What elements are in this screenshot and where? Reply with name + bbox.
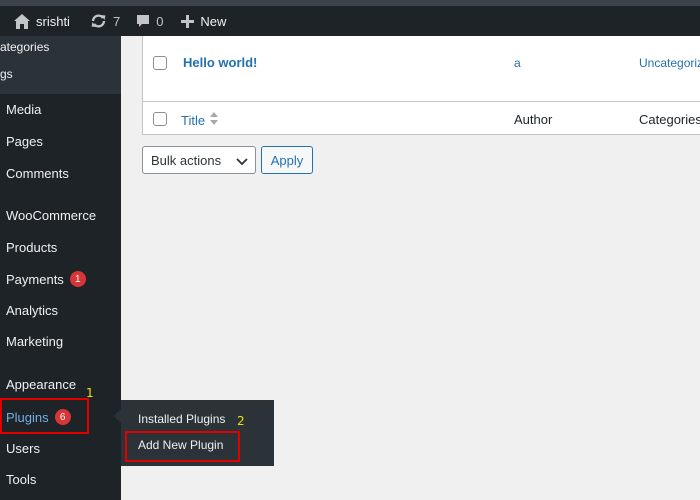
updates-link[interactable]: 7 <box>84 6 126 36</box>
sidebar-item-payments[interactable]: Payments 1 <box>6 271 86 287</box>
sidebar-item-analytics[interactable]: Analytics <box>6 303 58 318</box>
step-number-1: 1 <box>86 386 94 400</box>
sidebar-item-pages[interactable]: Pages <box>6 134 43 149</box>
sidebar-item-label: Comments <box>6 166 69 181</box>
sidebar-item-label: Payments <box>6 271 64 287</box>
step-number-2: 2 <box>237 414 245 428</box>
posts-submenu: ategories gs <box>0 36 121 94</box>
sort-icon <box>210 112 219 128</box>
sidebar-item-label: Products <box>6 240 58 255</box>
sidebar-item-label: Pages <box>6 134 43 149</box>
sidebar-item-label: WooCommerce <box>6 208 97 223</box>
home-icon <box>14 13 30 29</box>
updates-count: 7 <box>112 13 121 29</box>
site-name-link[interactable]: srishti <box>8 6 76 36</box>
sidebar-item-users[interactable]: Users <box>6 441 40 456</box>
new-content-link[interactable]: New <box>175 6 232 36</box>
post-title-link[interactable]: Hello world! <box>183 55 257 70</box>
admin-bar: srishti 7 0 New <box>0 0 700 36</box>
post-author-link[interactable]: a <box>514 56 521 70</box>
sidebar-item-appearance[interactable]: Appearance <box>6 377 76 392</box>
plugins-highlight-box <box>0 398 89 434</box>
sidebar-item-media[interactable]: Media <box>6 102 41 117</box>
flyout-item-installed-plugins[interactable]: Installed Plugins <box>138 412 225 426</box>
plus-icon <box>181 14 195 28</box>
add-new-plugin-highlight-box <box>125 431 240 462</box>
column-categories: Categories <box>639 112 700 127</box>
sidebar-item-products[interactable]: Products <box>6 240 57 255</box>
updates-icon <box>90 13 107 29</box>
comments-link[interactable]: 0 <box>130 6 169 36</box>
bulk-actions-select[interactable]: Bulk actions <box>142 146 256 174</box>
submenu-item-tags[interactable]: gs <box>0 67 13 81</box>
sidebar-item-label: Analytics <box>6 303 59 318</box>
sidebar-item-label: Appearance <box>6 377 77 392</box>
comments-count: 0 <box>156 13 164 29</box>
sidebar-item-label: Users <box>6 441 40 456</box>
sidebar-item-woocommerce[interactable]: WooCommerce <box>6 208 96 223</box>
notification-badge: 1 <box>69 271 86 287</box>
new-label: New <box>200 13 227 29</box>
column-author: Author <box>514 112 553 127</box>
sidebar-item-comments[interactable]: Comments <box>6 166 69 181</box>
sidebar-item-label: Media <box>6 102 42 117</box>
sidebar-item-label: Tools <box>6 472 37 487</box>
sidebar-item-label: Marketing <box>6 334 64 349</box>
table-footer-row: Title Author Categories <box>143 101 700 135</box>
apply-button[interactable]: Apply <box>261 146 313 174</box>
bulk-actions-value: Bulk actions <box>151 152 222 168</box>
chevron-down-icon <box>236 155 248 170</box>
submenu-item-categories[interactable]: ategories <box>0 40 49 54</box>
select-all-checkbox[interactable] <box>153 112 167 126</box>
column-title-label: Title <box>181 112 206 128</box>
sidebar-item-marketing[interactable]: Marketing <box>6 334 63 349</box>
row-checkbox[interactable] <box>153 56 167 70</box>
comment-icon <box>136 14 150 28</box>
site-name: srishti <box>36 13 70 29</box>
column-title-sort[interactable]: Title <box>181 112 219 128</box>
sidebar-item-tools[interactable]: Tools <box>6 472 36 487</box>
posts-table: Hello world! a Uncategoriz Title Author … <box>142 36 700 135</box>
table-row: Hello world! a Uncategoriz <box>143 36 700 101</box>
post-category-link[interactable]: Uncategoriz <box>639 56 700 70</box>
